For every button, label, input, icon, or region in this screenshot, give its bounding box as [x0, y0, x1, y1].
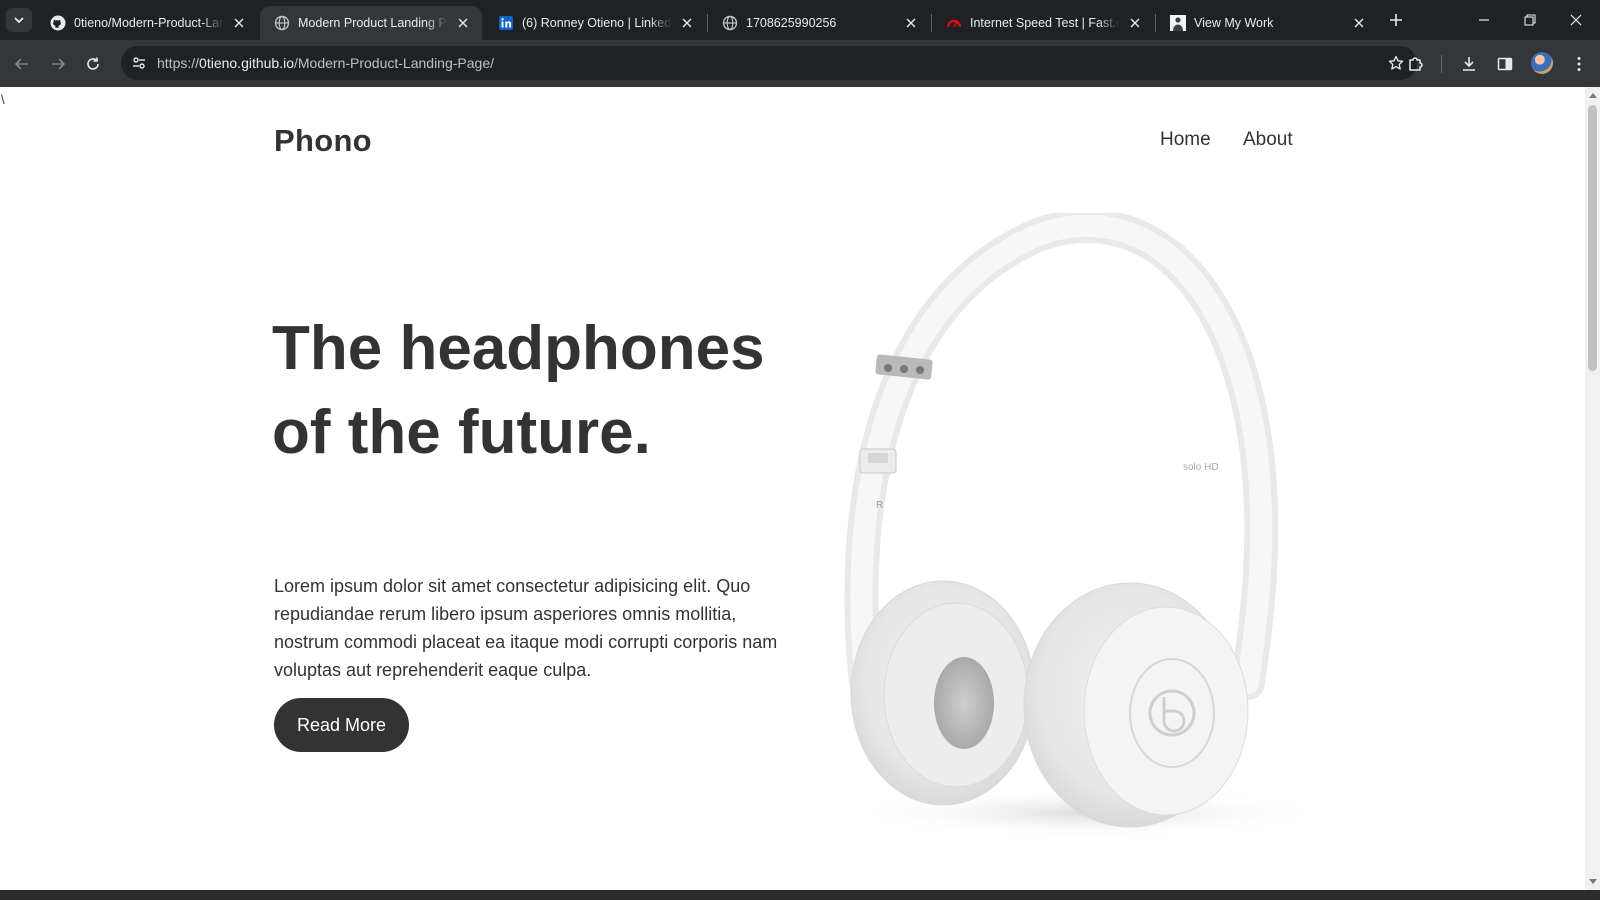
browser-menu-button[interactable]: [1567, 52, 1591, 76]
url-text[interactable]: https://0tieno.github.io/Modern-Product-…: [157, 55, 494, 71]
url-host: 0tieno.github.io: [199, 55, 294, 71]
url-path: /Modern-Product-Landing-Page/: [294, 55, 495, 71]
github-icon: [50, 15, 66, 31]
product-headphones-image: R solo HD: [844, 213, 1314, 839]
tab-github-repo[interactable]: 0tieno/Modern-Product-Landing-Page: [36, 6, 258, 40]
hero-heading: The headphones of the future.: [272, 314, 765, 467]
tab-title: 1708625990256: [746, 16, 837, 30]
tab-search-button[interactable]: [6, 8, 32, 32]
downloads-button[interactable]: [1457, 52, 1481, 76]
download-icon: [1463, 57, 1475, 71]
nav-link-home[interactable]: Home: [1160, 129, 1211, 151]
tab-linkedin[interactable]: (6) Ronney Otieno | LinkedIn: [484, 6, 706, 40]
close-window-button[interactable]: [1553, 0, 1599, 40]
model-label: solo HD: [1183, 462, 1219, 473]
tab-title: 0tieno/Modern-Product-Landing-Page: [74, 16, 224, 30]
tab-view-my-work[interactable]: View My Work: [1156, 6, 1378, 40]
tab-title: View My Work: [1194, 16, 1274, 30]
tab-strip: 0tieno/Modern-Product-Landing-Page Moder…: [0, 0, 1600, 40]
toolbar-separator: [1441, 55, 1442, 73]
globe-icon: [274, 15, 290, 31]
stray-character: \: [1, 92, 5, 107]
tab-image[interactable]: 1708625990256: [708, 6, 930, 40]
read-more-button[interactable]: Read More: [274, 698, 409, 752]
back-button[interactable]: [9, 51, 35, 77]
puzzle-icon: [1409, 57, 1423, 71]
page-scrollbar[interactable]: [1585, 87, 1600, 890]
fast-speed-icon: [946, 15, 962, 31]
reload-icon: [87, 57, 99, 70]
browser-toolbar: https://0tieno.github.io/Modern-Product-…: [0, 40, 1600, 87]
scroll-down-arrow[interactable]: [1588, 877, 1597, 887]
tab-title: Modern Product Landing Page: [298, 16, 448, 30]
address-bar[interactable]: https://0tieno.github.io/Modern-Product-…: [121, 46, 1417, 80]
next-section-edge: [0, 890, 1600, 900]
scrollbar-thumb[interactable]: [1588, 105, 1597, 371]
side-label: R: [876, 500, 883, 511]
arrow-left-icon: [14, 58, 28, 70]
site-info-icon[interactable]: [127, 51, 151, 75]
extensions-button[interactable]: [1404, 52, 1428, 76]
chevron-down-icon: [14, 17, 24, 24]
minimize-icon: [1479, 19, 1489, 21]
reload-button[interactable]: [80, 51, 106, 77]
close-icon[interactable]: [678, 14, 696, 32]
minimize-button[interactable]: [1461, 0, 1507, 40]
close-icon[interactable]: [1350, 14, 1368, 32]
url-scheme: https://: [157, 55, 200, 71]
side-panel-button[interactable]: [1493, 52, 1517, 76]
scroll-up-arrow[interactable]: [1588, 90, 1597, 100]
nav-link-about[interactable]: About: [1243, 129, 1293, 151]
side-panel-icon: [1497, 57, 1513, 71]
page-viewport: \ Phono Home About The headphones of the…: [0, 87, 1585, 890]
globe-icon: [722, 15, 738, 31]
tab-landing-page[interactable]: Modern Product Landing Page: [260, 6, 482, 40]
forward-button[interactable]: [45, 51, 71, 77]
close-icon: [1570, 14, 1582, 26]
restore-icon: [1524, 14, 1536, 26]
hero-description: Lorem ipsum dolor sit amet consectetur a…: [274, 576, 778, 680]
arrow-right-icon: [52, 58, 66, 70]
tab-title: Internet Speed Test | Fast.com: [970, 16, 1120, 30]
close-icon[interactable]: [230, 14, 248, 32]
linkedin-icon: [498, 15, 514, 31]
close-icon[interactable]: [1126, 14, 1144, 32]
restore-button[interactable]: [1507, 0, 1553, 40]
profile-avatar[interactable]: [1531, 52, 1553, 74]
tab-title: (6) Ronney Otieno | LinkedIn: [522, 16, 672, 30]
close-icon[interactable]: [902, 14, 920, 32]
plus-icon: [1390, 14, 1402, 26]
person-icon: [1170, 15, 1186, 31]
tab-fast-com[interactable]: Internet Speed Test | Fast.com: [932, 6, 1154, 40]
close-icon[interactable]: [454, 14, 472, 32]
new-tab-button[interactable]: [1385, 9, 1407, 31]
site-logo[interactable]: Phono: [274, 123, 372, 159]
more-vertical-icon: [1577, 57, 1581, 71]
